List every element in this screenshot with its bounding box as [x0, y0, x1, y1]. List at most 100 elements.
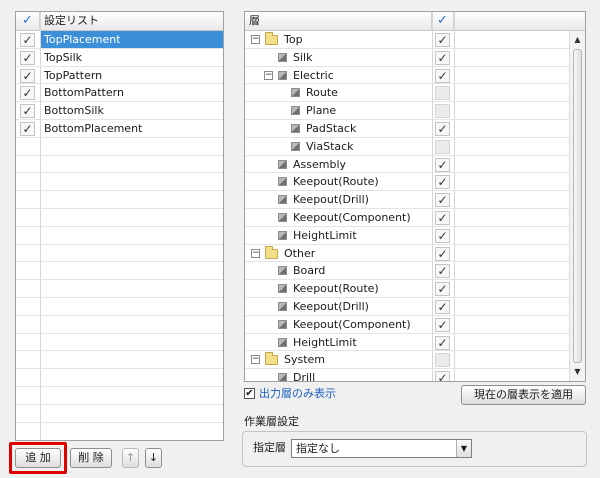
layer-visible-checkbox[interactable]: ✓ [435, 282, 450, 297]
layer-visible-checkbox[interactable]: ✓ [435, 371, 450, 381]
scroll-up-icon[interactable]: ▲ [570, 33, 585, 47]
settings-list-rows: ✓ TopPlacement ✓ TopSilk ✓ TopPattern ✓ BottomP… [16, 31, 223, 423]
layer-icon [278, 195, 287, 205]
apply-current-display-button[interactable]: 現在の層表示を適用 [461, 385, 586, 405]
folder-icon [265, 245, 278, 259]
output-only-label[interactable]: 出力層のみ表示 [259, 387, 336, 401]
item-checkbox[interactable]: ✓ [20, 50, 35, 65]
tree-row[interactable]: Keepout(Component) ✓ [245, 209, 569, 227]
list-item[interactable]: ✓ BottomPlacement [16, 120, 223, 138]
list-item[interactable]: ✓ TopSilk [16, 49, 223, 67]
layer-visible-checkbox[interactable] [435, 104, 450, 119]
layer-visible-checkbox[interactable]: ✓ [435, 50, 450, 65]
tree-node-label: HeightLimit [293, 335, 357, 349]
header-extra-column [454, 12, 585, 31]
item-checkbox[interactable]: ✓ [20, 68, 35, 83]
tree-row[interactable]: ViaStack [245, 138, 569, 156]
list-item-label: TopPattern [44, 68, 103, 82]
empty-row [16, 173, 223, 192]
tree-row[interactable]: PadStack ✓ [245, 120, 569, 138]
header-check-column[interactable]: ✓ [16, 12, 40, 31]
add-button[interactable]: 追 加 [15, 448, 61, 468]
tree-row[interactable]: − System [245, 351, 569, 370]
settings-list-panel: ✓ 設定リスト ✓ TopPlacement ✓ TopSilk ✓ TopPattern… [15, 11, 224, 441]
settings-list-header: ✓ 設定リスト [16, 12, 223, 31]
tree-node-label: Keepout(Component) [293, 317, 411, 331]
list-item[interactable]: ✓ BottomPattern [16, 84, 223, 103]
tree-row[interactable]: Drill ✓ [245, 369, 569, 381]
tree-row[interactable]: Silk ✓ [245, 49, 569, 67]
layer-icon [291, 88, 300, 98]
tree-row[interactable]: Route [245, 84, 569, 103]
tree-row[interactable]: − Electric ✓ [245, 67, 569, 85]
tree-row[interactable]: Keepout(Route) ✓ [245, 173, 569, 192]
list-item[interactable]: ✓ TopPlacement [16, 31, 223, 49]
layer-visible-checkbox[interactable]: ✓ [435, 157, 450, 172]
collapse-toggle-icon[interactable]: − [251, 248, 260, 258]
check-all-icon: ✓ [22, 13, 33, 28]
item-checkbox[interactable]: ✓ [20, 86, 35, 101]
tree-node-label: Keepout(Route) [293, 175, 379, 189]
move-down-button[interactable]: ↓ [145, 448, 162, 468]
tree-row[interactable]: − Other ✓ [245, 245, 569, 263]
tree-row[interactable]: Board ✓ [245, 262, 569, 281]
tree-row[interactable]: Keepout(Component) ✓ [245, 316, 569, 334]
check-all-icon: ✓ [437, 13, 448, 28]
tree-row[interactable]: Assembly ✓ [245, 156, 569, 174]
collapse-toggle-icon[interactable]: − [251, 355, 260, 365]
tree-node-label: Electric [293, 68, 334, 82]
scroll-thumb[interactable] [573, 49, 582, 363]
layer-visible-checkbox[interactable]: ✓ [435, 175, 450, 190]
layer-visible-checkbox[interactable] [435, 139, 450, 154]
layer-icon [291, 106, 300, 116]
list-item[interactable]: ✓ BottomSilk [16, 102, 223, 120]
layer-visible-checkbox[interactable]: ✓ [435, 193, 450, 208]
layer-visible-checkbox[interactable]: ✓ [435, 299, 450, 314]
collapse-toggle-icon[interactable]: − [251, 35, 260, 44]
work-layer-select[interactable]: 指定なし ▼ [291, 439, 472, 458]
layer-icon [278, 230, 287, 240]
tree-scrollbar[interactable]: ▲ ▼ [569, 31, 585, 381]
move-up-button[interactable]: ↑ [122, 448, 139, 468]
layer-visible-checkbox[interactable]: ✓ [435, 335, 450, 350]
header-layer-column: 層 [245, 12, 432, 31]
empty-row [16, 209, 223, 227]
layer-icon [278, 337, 287, 347]
layer-tree-header: 層 ✓ [245, 12, 585, 31]
tree-row[interactable]: HeightLimit ✓ [245, 227, 569, 245]
layer-visible-checkbox[interactable]: ✓ [435, 317, 450, 332]
tree-row[interactable]: HeightLimit ✓ [245, 334, 569, 352]
checkbox-box[interactable]: ✔ [244, 388, 255, 399]
empty-row [16, 245, 223, 263]
tree-row[interactable]: Keepout(Drill) ✓ [245, 298, 569, 316]
tree-row[interactable]: Keepout(Drill) ✓ [245, 191, 569, 209]
item-checkbox[interactable]: ✓ [20, 104, 35, 119]
collapse-toggle-icon[interactable]: − [264, 70, 273, 80]
layer-visible-checkbox[interactable]: ✓ [435, 264, 450, 279]
layer-visible-checkbox[interactable] [435, 353, 450, 368]
list-item-label: BottomSilk [44, 104, 104, 118]
tree-row[interactable]: Plane [245, 102, 569, 120]
layer-visible-checkbox[interactable] [435, 86, 450, 101]
tree-row[interactable]: Keepout(Route) ✓ [245, 280, 569, 298]
scroll-down-icon[interactable]: ▼ [570, 365, 585, 379]
layer-icon [278, 159, 287, 169]
delete-button[interactable]: 削 除 [70, 448, 112, 468]
tree-row[interactable]: − Top ✓ [245, 31, 569, 49]
empty-row [16, 351, 223, 370]
empty-row [16, 387, 223, 405]
layer-icon [278, 284, 287, 294]
header-visible-column[interactable]: ✓ [432, 12, 454, 31]
tree-node-label: Keepout(Route) [293, 282, 379, 296]
layer-visible-checkbox[interactable]: ✓ [435, 33, 450, 47]
layer-visible-checkbox[interactable]: ✓ [435, 246, 450, 261]
chevron-down-icon[interactable]: ▼ [456, 440, 471, 457]
tree-node-label: PadStack [306, 121, 357, 135]
layer-visible-checkbox[interactable]: ✓ [435, 121, 450, 136]
item-checkbox[interactable]: ✓ [20, 121, 35, 136]
item-checkbox[interactable]: ✓ [20, 33, 35, 47]
layer-visible-checkbox[interactable]: ✓ [435, 68, 450, 83]
list-item[interactable]: ✓ TopPattern [16, 67, 223, 85]
layer-visible-checkbox[interactable]: ✓ [435, 210, 450, 225]
layer-visible-checkbox[interactable]: ✓ [435, 228, 450, 243]
